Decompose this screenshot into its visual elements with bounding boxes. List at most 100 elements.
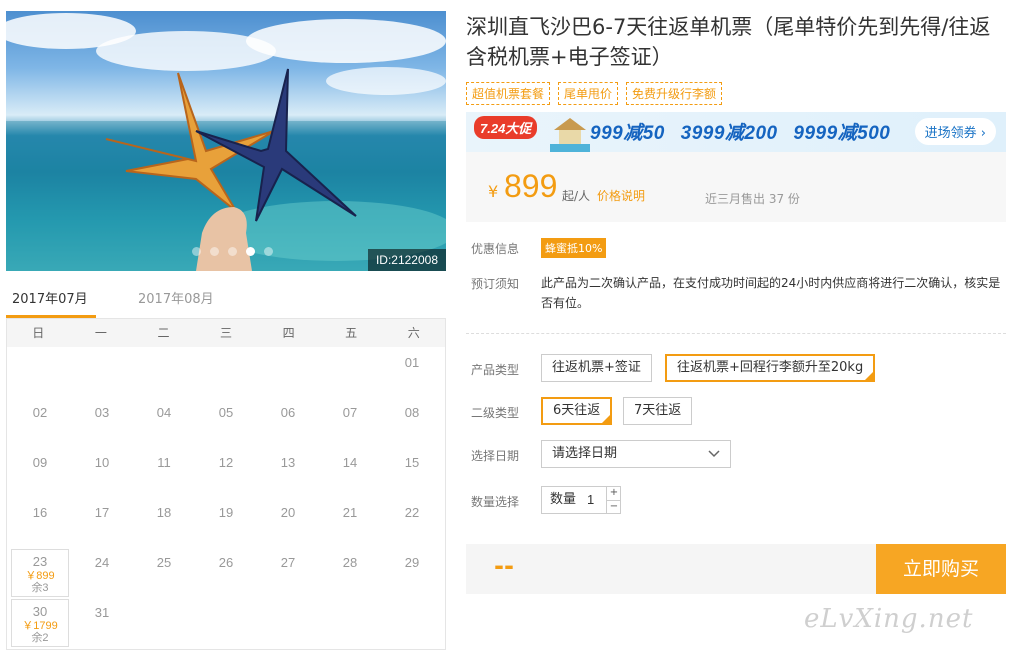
calendar-day-number: 05 (218, 405, 234, 420)
deal-item: 999减50 (590, 123, 665, 144)
image-id-label: ID:2122008 (367, 249, 446, 271)
date-label: 选择日期 (471, 449, 520, 463)
product-tag: 尾单甩价 (558, 82, 619, 105)
calendar-day: 07 (319, 397, 381, 447)
carousel-dot[interactable] (228, 247, 237, 256)
calendar-day-number: 16 (32, 505, 48, 520)
calendar-day: 26 (195, 547, 257, 597)
calendar-day: 17 (71, 497, 133, 547)
calendar-weekdays: 日 一 二 三 四 五 六 (7, 319, 445, 347)
product-type-option[interactable]: 往返机票+签证 (541, 354, 652, 382)
deal-item: 3999减200 (680, 123, 778, 144)
calendar-day: 10 (71, 447, 133, 497)
calendar-day-number: 22 (404, 505, 420, 520)
calendar-day-number: 11 (157, 455, 171, 470)
calendar-day-number: 01 (404, 355, 420, 370)
tab-month-july[interactable]: 2017年07月 (6, 288, 96, 318)
weekday-label: 六 (407, 326, 420, 340)
calendar-day-number: 23 (32, 554, 48, 569)
calendar-day-number: 29 (404, 555, 420, 570)
carousel-dot[interactable] (192, 247, 201, 256)
calendar-day-number: 24 (94, 555, 110, 570)
quantity-label: 数量选择 (471, 495, 520, 509)
carousel-dot-active[interactable] (246, 247, 255, 256)
carousel-dot[interactable] (210, 247, 219, 256)
buy-now-button[interactable]: 立即购买 (876, 544, 1006, 594)
product-page: ID:2122008 2017年07月 2017年08月 日 一 二 三 四 五… (0, 0, 1009, 657)
calendar-day-remaining: 余3 (31, 582, 49, 594)
calendar-day: 28 (319, 547, 381, 597)
calendar-day-number: 03 (94, 405, 110, 420)
carousel-dot[interactable] (264, 247, 273, 256)
quantity-stepper[interactable]: 数量 1 + − (541, 486, 621, 514)
calendar-day-number: 08 (404, 405, 420, 420)
date-select[interactable]: 请选择日期 (541, 440, 731, 468)
calendar-day-price: ￥899 (25, 570, 55, 582)
calendar-day-available[interactable]: 23 ￥899 余3 (11, 549, 69, 597)
sub-type-option[interactable]: 7天往返 (623, 397, 693, 425)
calendar-day: 14 (319, 447, 381, 497)
calendar-day: 06 (257, 397, 319, 447)
calendar-day-number: 25 (156, 555, 172, 570)
total-price: -- (494, 552, 514, 580)
currency-symbol: ¥ (488, 182, 499, 201)
calendar-day-number: 06 (280, 405, 296, 420)
beach-hut-icon (550, 118, 590, 152)
deal-list: 999减50 3999减200 9999减500 (590, 118, 900, 145)
calendar-day-number: 10 (94, 455, 110, 470)
calendar-day-number: 19 (218, 505, 234, 520)
calendar-day: 19 (195, 497, 257, 547)
product-type-label: 产品类型 (471, 363, 520, 377)
calendar-day-number: 31 (94, 605, 110, 620)
calendar: 日 一 二 三 四 五 六 01 02 03 04 05 06 07 08 09 10 11 12 13… (6, 318, 446, 650)
sub-type-option-selected[interactable]: 6天往返 (541, 397, 613, 425)
chevron-down-icon (708, 441, 720, 476)
weekday-label: 四 (282, 326, 295, 340)
decrement-button[interactable]: − (606, 500, 621, 513)
price-amount: 899 (504, 168, 558, 204)
weekday-label: 三 (220, 326, 233, 340)
product-type-option-selected[interactable]: 往返机票+回程行李额升至20kg (665, 354, 876, 382)
calendar-day: 22 (381, 497, 443, 547)
calendar-day-available[interactable]: 30 ￥1799 余2 (11, 599, 69, 647)
get-coupon-button[interactable]: 进场领券 › (914, 118, 996, 145)
price-box: ¥ 899 起/人 价格说明 近三月售出 37 份 (466, 152, 1006, 222)
calendar-day-number: 15 (404, 455, 420, 470)
tab-month-august[interactable]: 2017年08月 (138, 288, 214, 318)
calendar-day: 18 (133, 497, 195, 547)
product-title: 深圳直飞沙巴6-7天往返单机票（尾单特价先到先得/往返含税机票+电子签证） (466, 15, 991, 69)
sale-badge: 7.24大促 (474, 116, 538, 139)
calendar-day: 27 (257, 547, 319, 597)
calendar-day-number: 17 (94, 505, 110, 520)
deal-item: 9999减500 (793, 123, 891, 144)
calendar-day: 13 (257, 447, 319, 497)
calendar-day-number: 28 (342, 555, 358, 570)
quantity-value[interactable]: 1 (587, 487, 594, 513)
sold-count: 近三月售出 37 份 (705, 192, 800, 206)
product-tag: 超值机票套餐 (466, 82, 551, 105)
date-placeholder: 请选择日期 (552, 446, 618, 461)
calendar-day: 04 (133, 397, 195, 447)
calendar-day-number: 02 (32, 405, 48, 420)
calendar-day: 11 (133, 447, 195, 497)
calendar-day: 12 (195, 447, 257, 497)
weekday-label: 日 (32, 326, 45, 340)
promo-banner[interactable]: 7.24大促 999减50 3999减200 9999减500 进场领券 › (466, 112, 1006, 152)
calendar-day: 03 (71, 397, 133, 447)
calendar-day-number: 07 (342, 405, 358, 420)
product-tags: 超值机票套餐 尾单甩价 免费升级行李额 (466, 82, 723, 105)
notice-label: 预订须知 (471, 277, 520, 291)
calendar-day-number: 13 (280, 455, 296, 470)
price-unit: 起/人 (562, 189, 591, 203)
carousel-dots[interactable] (192, 247, 273, 256)
price-explain-link[interactable]: 价格说明 (597, 187, 645, 204)
sub-type-label: 二级类型 (471, 406, 520, 420)
calendar-day-number: 20 (280, 505, 296, 520)
calendar-day: 09 (9, 447, 71, 497)
month-tabs: 2017年07月 2017年08月 (6, 288, 446, 318)
increment-button[interactable]: + (606, 487, 621, 500)
weekday-label: 一 (94, 326, 107, 340)
calendar-day: 24 (71, 547, 133, 597)
hero-image[interactable]: ID:2122008 (6, 11, 446, 271)
calendar-day: 15 (381, 447, 443, 497)
